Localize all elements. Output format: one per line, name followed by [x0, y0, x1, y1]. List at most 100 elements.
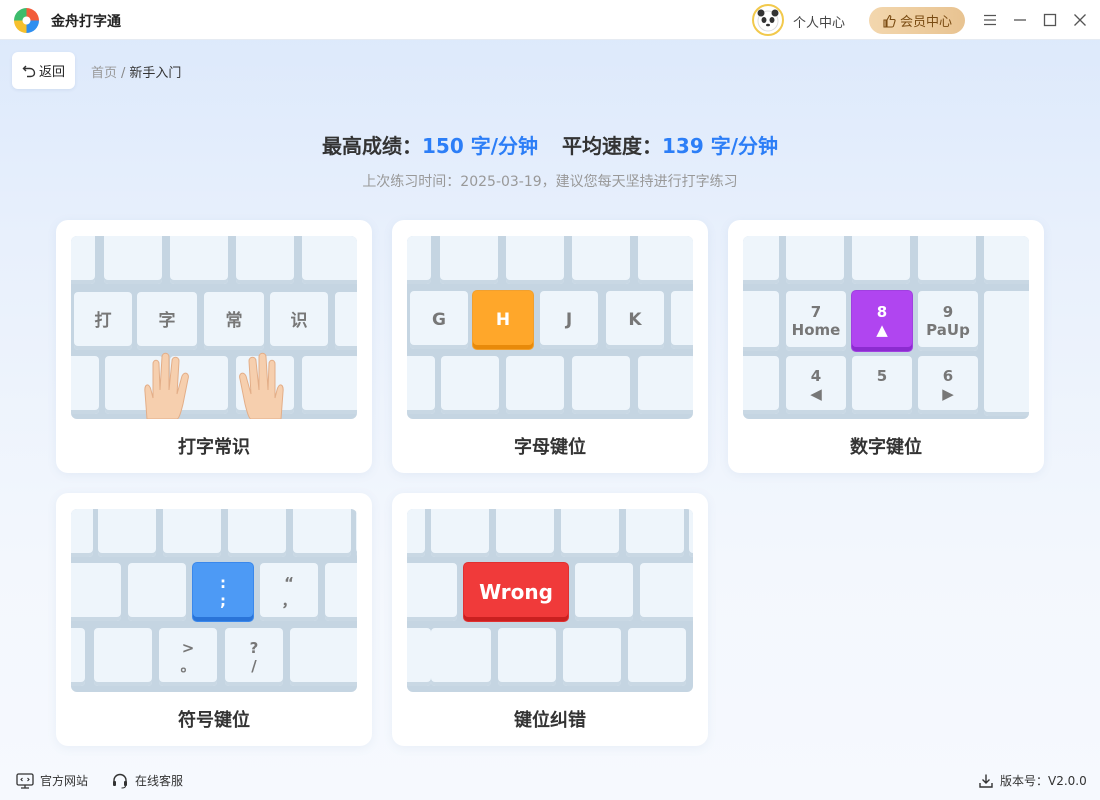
key-quote: “ ， [260, 563, 318, 621]
key-sublabel: / [251, 657, 257, 675]
key-shi: 识 [270, 292, 328, 350]
card-title: 符号键位 [178, 710, 250, 731]
key [94, 628, 152, 686]
official-website-label: 官方网站 [40, 774, 89, 788]
close-button[interactable] [1070, 10, 1090, 30]
key [163, 509, 221, 557]
left-arrow-icon: ◀ [810, 385, 822, 403]
key [302, 236, 357, 284]
app-logo-icon [12, 6, 41, 35]
key-label: “ [284, 574, 294, 592]
key-9-pgup: 9 PaUp [918, 291, 978, 351]
key [506, 356, 564, 414]
key [572, 236, 630, 284]
key [407, 628, 431, 686]
key-label: 5 [876, 367, 888, 385]
version-label: 版本号：V2.0.0 [1000, 774, 1087, 788]
user-avatar[interactable] [752, 4, 784, 36]
hamburger-menu-icon [984, 14, 996, 26]
card-symbol-keys[interactable]: : ; “ ， > 。 ? / 符号键位 [56, 493, 372, 746]
card-title: 打字常识 [178, 437, 250, 458]
key [302, 356, 357, 414]
thumbs-up-icon [883, 14, 896, 28]
up-arrow-icon: ▲ [876, 321, 888, 339]
card-key-correction[interactable]: Wrong 键位纠错 [392, 493, 708, 746]
key-4-left: 4 ◀ [786, 356, 846, 414]
key-label: 9 [942, 303, 954, 321]
key [498, 628, 556, 686]
maximize-icon [1043, 13, 1057, 27]
key [441, 356, 499, 414]
avg-speed-value: 139 字/分钟 [662, 134, 779, 158]
key-da: 打 [74, 292, 132, 350]
key-zi: 字 [137, 292, 197, 350]
online-service-link[interactable]: 在线客服 [111, 772, 183, 789]
breadcrumb-separator: / [121, 66, 126, 81]
keyboard-illustration: 打 字 常 识 [71, 236, 357, 419]
card-typing-basics[interactable]: 打 字 常 识 打字常识 [56, 220, 372, 473]
key-g: G [410, 291, 468, 349]
key [325, 563, 357, 621]
key-label: ? [249, 639, 259, 657]
key [293, 509, 351, 557]
key-k: K [606, 291, 664, 349]
card-title: 数字键位 [850, 437, 922, 458]
minimize-button[interactable] [1010, 10, 1030, 30]
key [431, 509, 489, 557]
personal-center-link[interactable]: 个人中心 [793, 12, 845, 31]
key [440, 236, 498, 284]
key [104, 236, 162, 284]
key-8-highlighted: 8 ▲ [852, 291, 912, 351]
version-info[interactable]: 版本号：V2.0.0 [978, 772, 1087, 789]
key-period: > 。 [159, 628, 217, 686]
panda-avatar-icon [757, 9, 779, 32]
key-label: > [181, 639, 195, 657]
breadcrumb: 首页 / 新手入门 [91, 62, 181, 81]
card-letter-keys[interactable]: G H J K 字母键位 [392, 220, 708, 473]
key [572, 356, 630, 414]
key-chang: 常 [204, 292, 264, 350]
key-label: 4 [810, 367, 822, 385]
app-title: 金舟打字通 [51, 14, 121, 30]
right-arrow-icon: ▶ [942, 385, 954, 403]
key [71, 356, 99, 414]
key [128, 563, 186, 621]
key [626, 509, 684, 557]
key [71, 509, 93, 557]
keyboard-illustration: : ; “ ， > 。 ? / [71, 509, 357, 692]
key-label: 7 [810, 303, 822, 321]
key [496, 509, 554, 557]
keyboard-illustration: Wrong [407, 509, 693, 692]
key [640, 563, 693, 621]
stats-summary: 最高成绩：150 字/分钟 平均速度：139 字/分钟 [0, 130, 1100, 159]
breadcrumb-home[interactable]: 首页 [91, 66, 117, 81]
key-j: J [540, 291, 598, 349]
key [407, 356, 435, 414]
back-label: 返回 [38, 65, 65, 80]
vip-center-button[interactable]: 会员中心 [869, 7, 965, 34]
key-sublabel: Home [791, 321, 841, 339]
key [689, 509, 693, 557]
key [743, 236, 779, 284]
key [628, 628, 686, 686]
key-slash: ? / [225, 628, 283, 686]
close-icon [1074, 14, 1086, 26]
official-website-link[interactable]: 官方网站 [16, 772, 88, 789]
keyboard-illustration: 7 Home 8 ▲ 9 PaUp 4 ◀ 5 6 ▶ [743, 236, 1029, 419]
key [228, 509, 286, 557]
menu-button[interactable] [980, 10, 1000, 30]
key [98, 509, 156, 557]
minimize-icon [1014, 19, 1026, 21]
key [71, 563, 121, 621]
maximize-button[interactable] [1040, 10, 1060, 30]
card-number-keys[interactable]: 7 Home 8 ▲ 9 PaUp 4 ◀ 5 6 ▶ 数字键位 [728, 220, 1044, 473]
key-label: 6 [942, 367, 954, 385]
online-service-label: 在线客服 [135, 774, 184, 788]
best-score-label: 最高成绩： [321, 134, 422, 158]
back-button[interactable]: 返回 [12, 52, 75, 89]
key [575, 563, 633, 621]
key-sublabel: ; [220, 592, 226, 610]
key-6-right: 6 ▶ [918, 356, 978, 414]
undo-arrow-icon [22, 65, 36, 77]
key-5: 5 [852, 356, 912, 414]
